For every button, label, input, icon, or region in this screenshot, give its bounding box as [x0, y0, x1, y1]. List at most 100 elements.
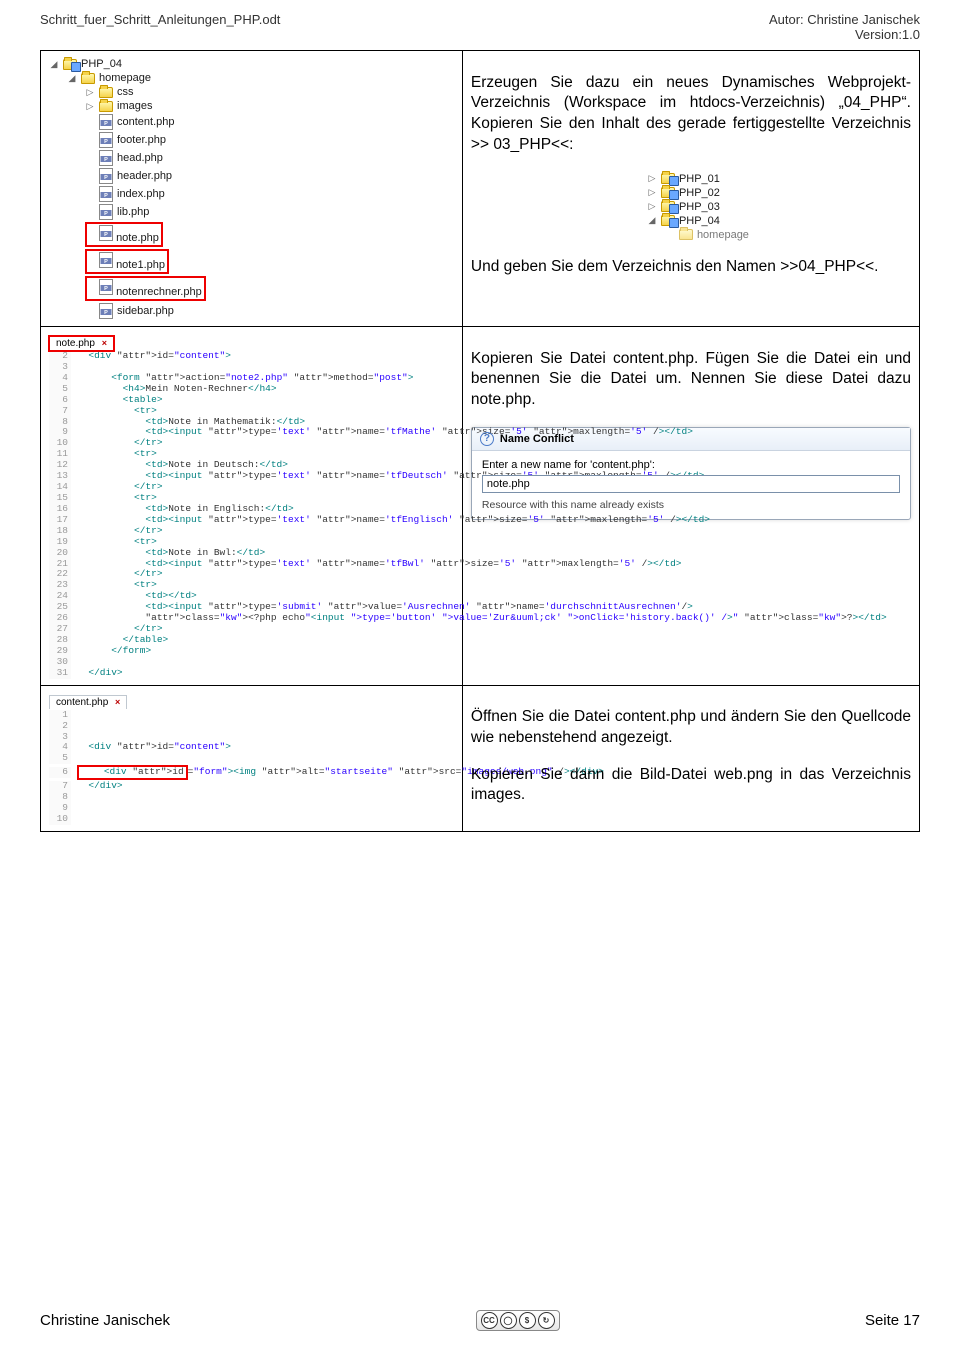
tree-item[interactable]: P sidebar.php [49, 302, 454, 320]
folder-icon [661, 215, 675, 226]
row1-text1: Erzeugen Sie dazu ein neues Dynamisches … [471, 73, 911, 157]
tree-item[interactable]: ◢ homepage [49, 71, 454, 85]
editor-tab-label: note.php [56, 338, 95, 349]
cc-cc-icon: CC [481, 1312, 498, 1329]
php-file-icon: P [99, 114, 113, 130]
tree-label: footer.php [117, 134, 166, 146]
svg-text:P: P [104, 139, 108, 145]
php-file-icon: P [99, 252, 113, 268]
tree-item[interactable]: ▷ images [49, 99, 454, 113]
version-line: Version:1.0 [769, 27, 920, 42]
cc-license-badge: CC ◯ $ ↻ [476, 1310, 560, 1331]
row2-text: Kopieren Sie Datei content.php. Fügen Si… [471, 349, 911, 412]
instructions-table: ◢ PHP_04◢ homepage▷ css▷ imagesP content… [40, 50, 920, 832]
tree-item[interactable]: P footer.php [49, 131, 454, 149]
tree-item[interactable]: ▷ PHP_03 [647, 200, 911, 214]
close-icon[interactable]: × [102, 338, 107, 348]
tree-item[interactable]: P note1.php [49, 248, 454, 275]
dialog-title: Name Conflict [500, 433, 574, 445]
tree-label: sidebar.php [117, 305, 174, 317]
tree-label: PHP_02 [679, 187, 720, 199]
mini-project-list[interactable]: ▷ PHP_01▷ PHP_02▷ PHP_03◢ PHP_04 homepag… [647, 172, 911, 242]
dialog-message: Resource with this name already exists [482, 499, 900, 511]
tree-item[interactable]: P head.php [49, 149, 454, 167]
row3-text2: Kopieren Sie dann die Bild-Datei web.png… [471, 765, 911, 807]
tree-item[interactable]: ▷ PHP_02 [647, 186, 911, 200]
svg-text:P: P [104, 211, 108, 217]
svg-text:P: P [104, 193, 108, 199]
doc-title: Schritt_fuer_Schritt_Anleitungen_PHP.odt [40, 12, 280, 42]
close-icon[interactable]: × [115, 697, 120, 707]
code-editor-row2[interactable]: 2 <div "attr">id="content"> 3 4 <form "a… [49, 351, 454, 679]
svg-text:P: P [104, 286, 108, 292]
tree-label: PHP_03 [679, 201, 720, 213]
footer-page: Seite 17 [865, 1312, 920, 1329]
tree-item[interactable]: ◢ PHP_04 [647, 214, 911, 228]
row1-text2: Und geben Sie dem Verzeichnis den Namen … [471, 257, 911, 278]
tree-item[interactable]: P header.php [49, 167, 454, 185]
tree-label: note.php [116, 232, 159, 244]
svg-text:P: P [104, 121, 108, 127]
tree-label: note1.php [116, 259, 165, 271]
svg-text:P: P [104, 259, 108, 265]
svg-text:P: P [104, 232, 108, 238]
svg-text:P: P [104, 175, 108, 181]
php-file-icon: P [99, 186, 113, 202]
php-file-icon: P [99, 132, 113, 148]
footer-author: Christine Janischek [40, 1312, 170, 1329]
page-header: Schritt_fuer_Schritt_Anleitungen_PHP.odt… [0, 0, 960, 48]
tree-label: header.php [117, 170, 172, 182]
tree-label: content.php [117, 116, 175, 128]
tree-label: notenrechner.php [116, 286, 202, 298]
tree-label: homepage [99, 72, 151, 84]
php-file-icon: P [99, 150, 113, 166]
folder-icon [99, 87, 113, 98]
folder-icon [661, 187, 675, 198]
tree-label: PHP_04 [81, 58, 122, 70]
page-footer: Christine Janischek CC ◯ $ ↻ Seite 17 [40, 1310, 920, 1331]
code-editor-row3[interactable]: 1 2 3 4 <div "attr">id="content"> 5 6 <d… [49, 710, 454, 825]
tree-label: head.php [117, 152, 163, 164]
folder-icon [661, 173, 675, 184]
tree-label: images [117, 100, 152, 112]
tree-item[interactable]: ◢ PHP_04 [49, 57, 454, 71]
editor-tab-note[interactable]: note.php × [49, 336, 114, 350]
php-file-icon: P [99, 279, 113, 295]
tree-item[interactable]: P lib.php [49, 203, 454, 221]
php-file-icon: P [99, 225, 113, 241]
tree-item[interactable]: ▷ css [49, 85, 454, 99]
folder-icon [99, 101, 113, 112]
tree-item[interactable]: ▷ PHP_01 [647, 172, 911, 186]
folder-icon [63, 59, 77, 70]
editor-tab-label: content.php [56, 697, 108, 708]
folder-icon [81, 73, 95, 84]
project-tree[interactable]: ◢ PHP_04◢ homepage▷ css▷ imagesP content… [49, 57, 454, 320]
svg-text:P: P [104, 310, 108, 316]
cc-nc-icon: $ [519, 1312, 536, 1329]
tree-label: lib.php [117, 206, 149, 218]
editor-tab-content[interactable]: content.php × [49, 695, 127, 709]
tree-label: homepage [697, 229, 749, 241]
tree-label: PHP_01 [679, 173, 720, 185]
tree-item[interactable]: P notenrechner.php [49, 275, 454, 302]
tree-item[interactable]: P note.php [49, 221, 454, 248]
svg-text:P: P [104, 157, 108, 163]
row3-text1: Öffnen Sie die Datei content.php und än­… [471, 707, 911, 749]
folder-icon [679, 229, 693, 240]
tree-label: PHP_04 [679, 215, 720, 227]
author-line: Autor: Christine Janischek [769, 12, 920, 27]
php-file-icon: P [99, 168, 113, 184]
tree-item[interactable]: homepage [647, 228, 911, 242]
php-file-icon: P [99, 204, 113, 220]
tree-label: css [117, 86, 134, 98]
dialog-input[interactable] [482, 475, 900, 493]
folder-icon [661, 201, 675, 212]
dialog-icon: ? [480, 432, 494, 446]
cc-sa-icon: ↻ [538, 1312, 555, 1329]
cc-by-icon: ◯ [500, 1312, 517, 1329]
tree-label: index.php [117, 188, 165, 200]
dialog-prompt: Enter a new name for 'content.php': [482, 459, 900, 471]
tree-item[interactable]: P index.php [49, 185, 454, 203]
php-file-icon: P [99, 303, 113, 319]
tree-item[interactable]: P content.php [49, 113, 454, 131]
